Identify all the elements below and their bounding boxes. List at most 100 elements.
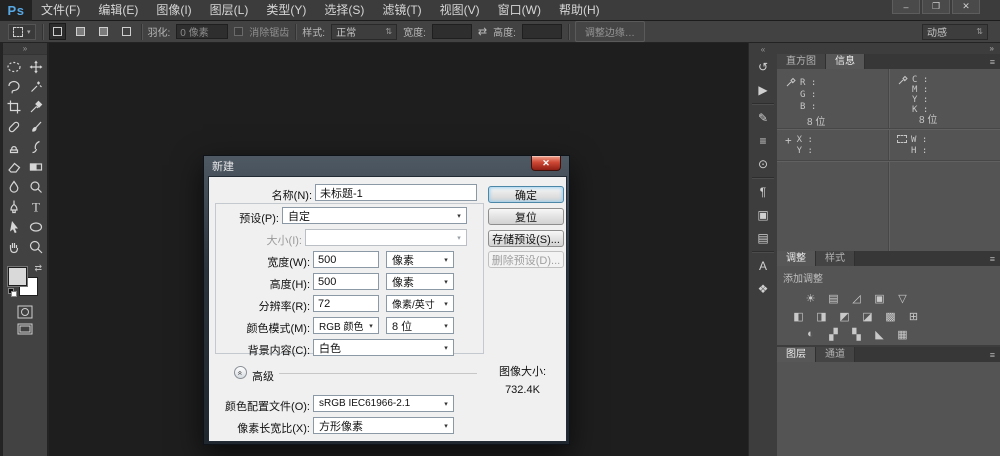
menu-layer[interactable]: 图层(L) (201, 0, 258, 21)
collapse-panels-icon[interactable]: » (777, 43, 1000, 54)
tool-preset-picker[interactable]: ▾ (8, 24, 36, 40)
gradient-tool[interactable] (25, 157, 47, 177)
width-input[interactable] (432, 24, 472, 39)
menu-window[interactable]: 窗口(W) (489, 0, 550, 21)
lasso-tool[interactable] (3, 77, 25, 97)
menu-edit[interactable]: 编辑(E) (89, 0, 147, 21)
hue-saturation-icon[interactable]: ◧ (791, 309, 806, 323)
subtract-from-selection-button[interactable] (95, 23, 112, 40)
photo-filter-icon[interactable]: ◪ (860, 309, 875, 323)
antialias-checkbox[interactable] (234, 27, 243, 36)
tab-adjustments[interactable]: 调整 (777, 251, 816, 266)
hand-tool[interactable] (3, 237, 25, 257)
resolution-input[interactable] (313, 295, 379, 312)
vibrance-icon[interactable]: ▽ (895, 291, 910, 305)
menu-view[interactable]: 视图(V) (431, 0, 489, 21)
width-unit-select[interactable]: 像素 ▾ (386, 251, 454, 268)
path-selection-tool[interactable] (3, 217, 25, 237)
menu-filter[interactable]: 滤镜(T) (373, 0, 430, 21)
tab-channels[interactable]: 通道 (816, 347, 855, 362)
channel-mixer-icon[interactable]: ▩ (883, 309, 898, 323)
selective-color-icon[interactable]: ▦ (895, 327, 910, 341)
panel-menu-icon[interactable]: ≡ (990, 57, 1000, 67)
height-input[interactable] (313, 273, 379, 290)
eraser-tool[interactable] (3, 157, 25, 177)
layer-comps-panel-icon[interactable]: ▣ (751, 203, 775, 226)
zoom-tool[interactable] (25, 237, 47, 257)
foreground-color-swatch[interactable] (8, 267, 27, 286)
workspace-select[interactable]: 动感 ⇅ (922, 24, 988, 40)
menu-select[interactable]: 选择(S) (315, 0, 373, 21)
tab-histogram[interactable]: 直方图 (777, 54, 826, 69)
eyedropper-tool[interactable] (25, 97, 47, 117)
notes-panel-icon[interactable]: ▤ (751, 226, 775, 249)
brush-tool[interactable] (25, 117, 47, 137)
clone-stamp-tool[interactable] (3, 137, 25, 157)
tab-styles[interactable]: 样式 (816, 251, 855, 266)
crop-tool[interactable] (3, 97, 25, 117)
paragraph-panel-icon[interactable]: ¶ (751, 180, 775, 203)
feather-input[interactable] (176, 24, 228, 39)
add-to-selection-button[interactable] (72, 23, 89, 40)
type-tool[interactable]: T (25, 197, 47, 217)
reset-button[interactable]: 复位 (488, 208, 564, 225)
screen-mode-button[interactable] (17, 323, 33, 335)
height-input[interactable] (522, 24, 562, 39)
shape-tool[interactable] (25, 217, 47, 237)
swap-dimensions-icon[interactable]: ⇄ (478, 25, 487, 38)
menu-type[interactable]: 类型(Y) (257, 0, 315, 21)
menu-file[interactable]: 文件(F) (32, 0, 89, 21)
elliptical-marquee-tool[interactable] (3, 57, 25, 77)
panel-menu-icon[interactable]: ≡ (990, 350, 1000, 360)
advanced-toggle-button[interactable]: » (234, 366, 247, 379)
history-brush-tool[interactable] (25, 137, 47, 157)
brush-panel-icon[interactable]: ✎ (751, 106, 775, 129)
menu-image[interactable]: 图像(I) (147, 0, 200, 21)
refine-edge-button[interactable]: 调整边缘… (575, 21, 645, 42)
character-styles-panel-icon[interactable]: A (751, 254, 775, 277)
close-button[interactable]: ✕ (952, 0, 980, 14)
pixel-aspect-select[interactable]: 方形像素 ▾ (313, 417, 454, 434)
dodge-tool[interactable] (25, 177, 47, 197)
quick-mask-button[interactable] (17, 305, 33, 319)
color-lookup-icon[interactable]: ⊞ (906, 309, 921, 323)
intersect-selection-button[interactable] (118, 23, 135, 40)
new-selection-button[interactable] (49, 23, 66, 40)
bit-depth-select[interactable]: 8 位 ▾ (386, 317, 454, 334)
history-panel-icon[interactable]: ↺ (751, 55, 775, 78)
gradient-map-icon[interactable]: ◣ (872, 327, 887, 341)
color-profile-select[interactable]: sRGB IEC61966-2.1 ▾ (313, 395, 454, 412)
pen-tool[interactable] (3, 197, 25, 217)
save-preset-button[interactable]: 存储预设(S)... (488, 230, 564, 247)
levels-icon[interactable]: ▤ (826, 291, 841, 305)
brush-presets-panel-icon[interactable]: ≡ (751, 129, 775, 152)
background-select[interactable]: 白色 ▾ (313, 339, 454, 356)
panel-menu-icon[interactable]: ≡ (990, 254, 1000, 264)
healing-brush-tool[interactable] (3, 117, 25, 137)
posterize-icon[interactable]: ▞ (826, 327, 841, 341)
mini-bridge-panel-icon[interactable]: ❖ (751, 277, 775, 300)
exposure-icon[interactable]: ▣ (872, 291, 887, 305)
default-colors-icon[interactable] (8, 288, 17, 297)
color-mode-select[interactable]: RGB 颜色 ▾ (313, 317, 379, 334)
tab-info[interactable]: 信息 (826, 54, 865, 69)
threshold-icon[interactable]: ▚ (849, 327, 864, 341)
actions-panel-icon[interactable]: ▶ (751, 78, 775, 101)
style-select[interactable]: 正常 ⇅ (331, 24, 397, 40)
magic-wand-tool[interactable] (25, 77, 47, 97)
menu-help[interactable]: 帮助(H) (550, 0, 609, 21)
resolution-unit-select[interactable]: 像素/英寸 ▾ (386, 295, 454, 312)
expand-strip-icon[interactable]: « (761, 43, 765, 55)
restore-button[interactable]: ❐ (922, 0, 950, 14)
name-input[interactable] (315, 184, 477, 201)
preset-select[interactable]: 自定 ▾ (282, 207, 467, 224)
swap-colors-icon[interactable]: ⇄ (34, 263, 42, 274)
height-unit-select[interactable]: 像素 ▾ (386, 273, 454, 290)
minimize-button[interactable]: – (892, 0, 920, 14)
curves-icon[interactable]: ◿ (849, 291, 864, 305)
black-white-icon[interactable]: ◩ (837, 309, 852, 323)
width-input[interactable] (313, 251, 379, 268)
blur-tool[interactable] (3, 177, 25, 197)
ok-button[interactable]: 确定 (488, 186, 564, 203)
color-balance-icon[interactable]: ◨ (814, 309, 829, 323)
